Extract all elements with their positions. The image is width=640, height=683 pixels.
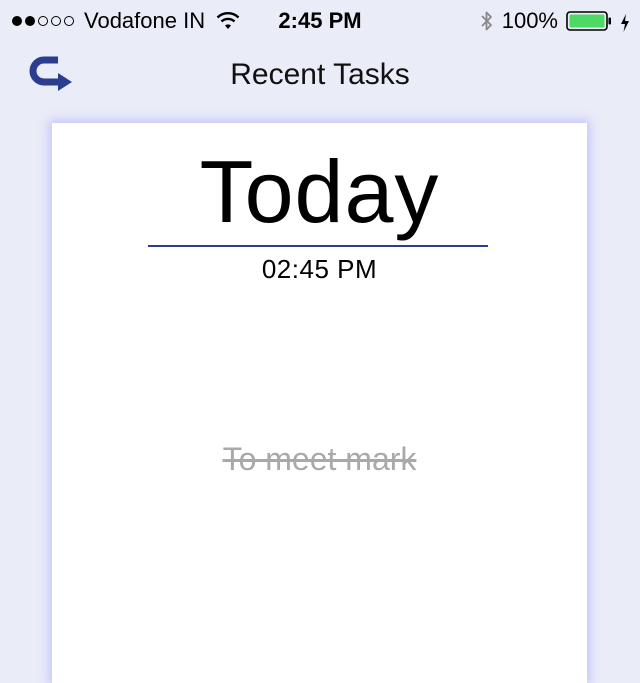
- page-title: Recent Tasks: [230, 58, 410, 91]
- status-right: 100%: [480, 8, 630, 34]
- battery-icon: [566, 11, 612, 31]
- task-card: Today 02:45 PM To meet mark: [52, 123, 587, 683]
- navigation-bar: Recent Tasks: [0, 40, 640, 116]
- charging-icon: [620, 12, 630, 32]
- day-heading: Today: [199, 142, 440, 241]
- task-item-completed[interactable]: To meet mark: [52, 441, 587, 478]
- status-bar: Vodafone IN 2:45 PM 100%: [0, 0, 640, 40]
- heading-divider: [148, 245, 488, 247]
- bluetooth-icon: [480, 10, 494, 32]
- task-time: 02:45 PM: [261, 254, 378, 284]
- battery-percentage: 100%: [501, 8, 558, 33]
